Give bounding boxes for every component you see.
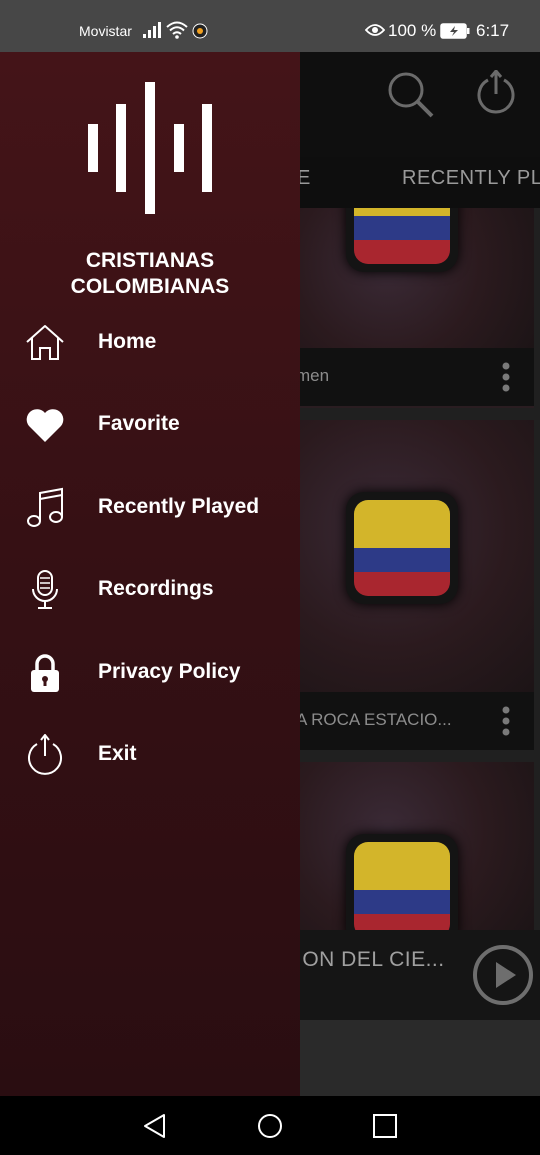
- menu-item-recently-played[interactable]: Recently Played: [0, 477, 300, 537]
- play-icon[interactable]: [472, 944, 534, 1006]
- power-icon[interactable]: [474, 70, 518, 114]
- menu-item-privacy-policy[interactable]: Privacy Policy: [0, 642, 300, 702]
- station-title: men: [296, 366, 330, 385]
- menu-item-recordings[interactable]: Recordings: [0, 559, 300, 619]
- menu-item-favorite[interactable]: Favorite: [0, 394, 300, 454]
- station-info-bar: A ROCA ESTACIO...: [290, 692, 534, 750]
- station-title: A ROCA ESTACIO...: [296, 710, 452, 729]
- bottom-area: [290, 1020, 540, 1096]
- station-image: [290, 762, 534, 932]
- more-vert-icon[interactable]: [502, 706, 510, 736]
- microphone-icon: [32, 570, 58, 609]
- recent-apps-icon[interactable]: [372, 1113, 398, 1139]
- menu-item-exit[interactable]: Exit: [0, 724, 300, 784]
- battery-percent: 100 %: [388, 21, 437, 40]
- colombia-flag-icon: [346, 208, 458, 272]
- menu-label-recordings: Recordings: [98, 577, 214, 600]
- heart-icon: [26, 409, 64, 442]
- sound-wave-logo-icon: [88, 82, 212, 214]
- colombia-flag-icon: [346, 492, 458, 604]
- wifi-icon: [166, 21, 188, 39]
- now-playing-title: ION DEL CIE...: [296, 948, 445, 971]
- more-vert-icon[interactable]: [502, 362, 510, 392]
- power-icon: [28, 734, 62, 775]
- signal-icon: [143, 22, 161, 38]
- menu-label-privacy-policy: Privacy Policy: [98, 660, 241, 683]
- navigation-drawer: CRISTIANAS COLOMBIANAS Home Favorite Rec…: [0, 52, 300, 1096]
- station-card[interactable]: [290, 762, 534, 932]
- station-info-bar: men: [290, 348, 534, 406]
- status-bar: Movistar 100 % 6:17: [0, 0, 540, 52]
- home-nav-icon[interactable]: [257, 1113, 283, 1139]
- menu-label-favorite: Favorite: [98, 412, 180, 435]
- app-name-line2: COLOMBIANAS: [70, 275, 230, 298]
- app-name-line1: CRISTIANAS: [85, 249, 215, 272]
- music-note-icon: [27, 487, 63, 527]
- back-icon[interactable]: [142, 1113, 168, 1139]
- mini-player[interactable]: ION DEL CIE...: [290, 930, 540, 1020]
- menu-label-exit: Exit: [98, 742, 137, 765]
- colombia-flag-icon: [346, 834, 458, 932]
- menu-label-recently-played: Recently Played: [98, 495, 260, 518]
- menu-item-home[interactable]: Home: [0, 312, 300, 372]
- lock-icon: [31, 654, 59, 692]
- search-icon[interactable]: [386, 70, 434, 118]
- battery-charging-icon: [440, 23, 470, 39]
- system-navigation-bar: [0, 1096, 540, 1155]
- app-name: CRISTIANAS COLOMBIANAS: [0, 248, 300, 300]
- carrier-name: Movistar: [79, 23, 132, 39]
- home-icon: [26, 325, 64, 360]
- clock: 6:17: [476, 21, 510, 40]
- station-image: [290, 420, 534, 692]
- station-card[interactable]: A ROCA ESTACIO...: [290, 420, 534, 750]
- notification-app-icon: [192, 23, 208, 39]
- station-image: [290, 208, 534, 348]
- menu-label-home: Home: [98, 330, 157, 353]
- tab-recently-played[interactable]: RECENTLY PL: [402, 167, 540, 190]
- station-card[interactable]: men: [290, 208, 534, 408]
- eye-icon: [365, 24, 385, 36]
